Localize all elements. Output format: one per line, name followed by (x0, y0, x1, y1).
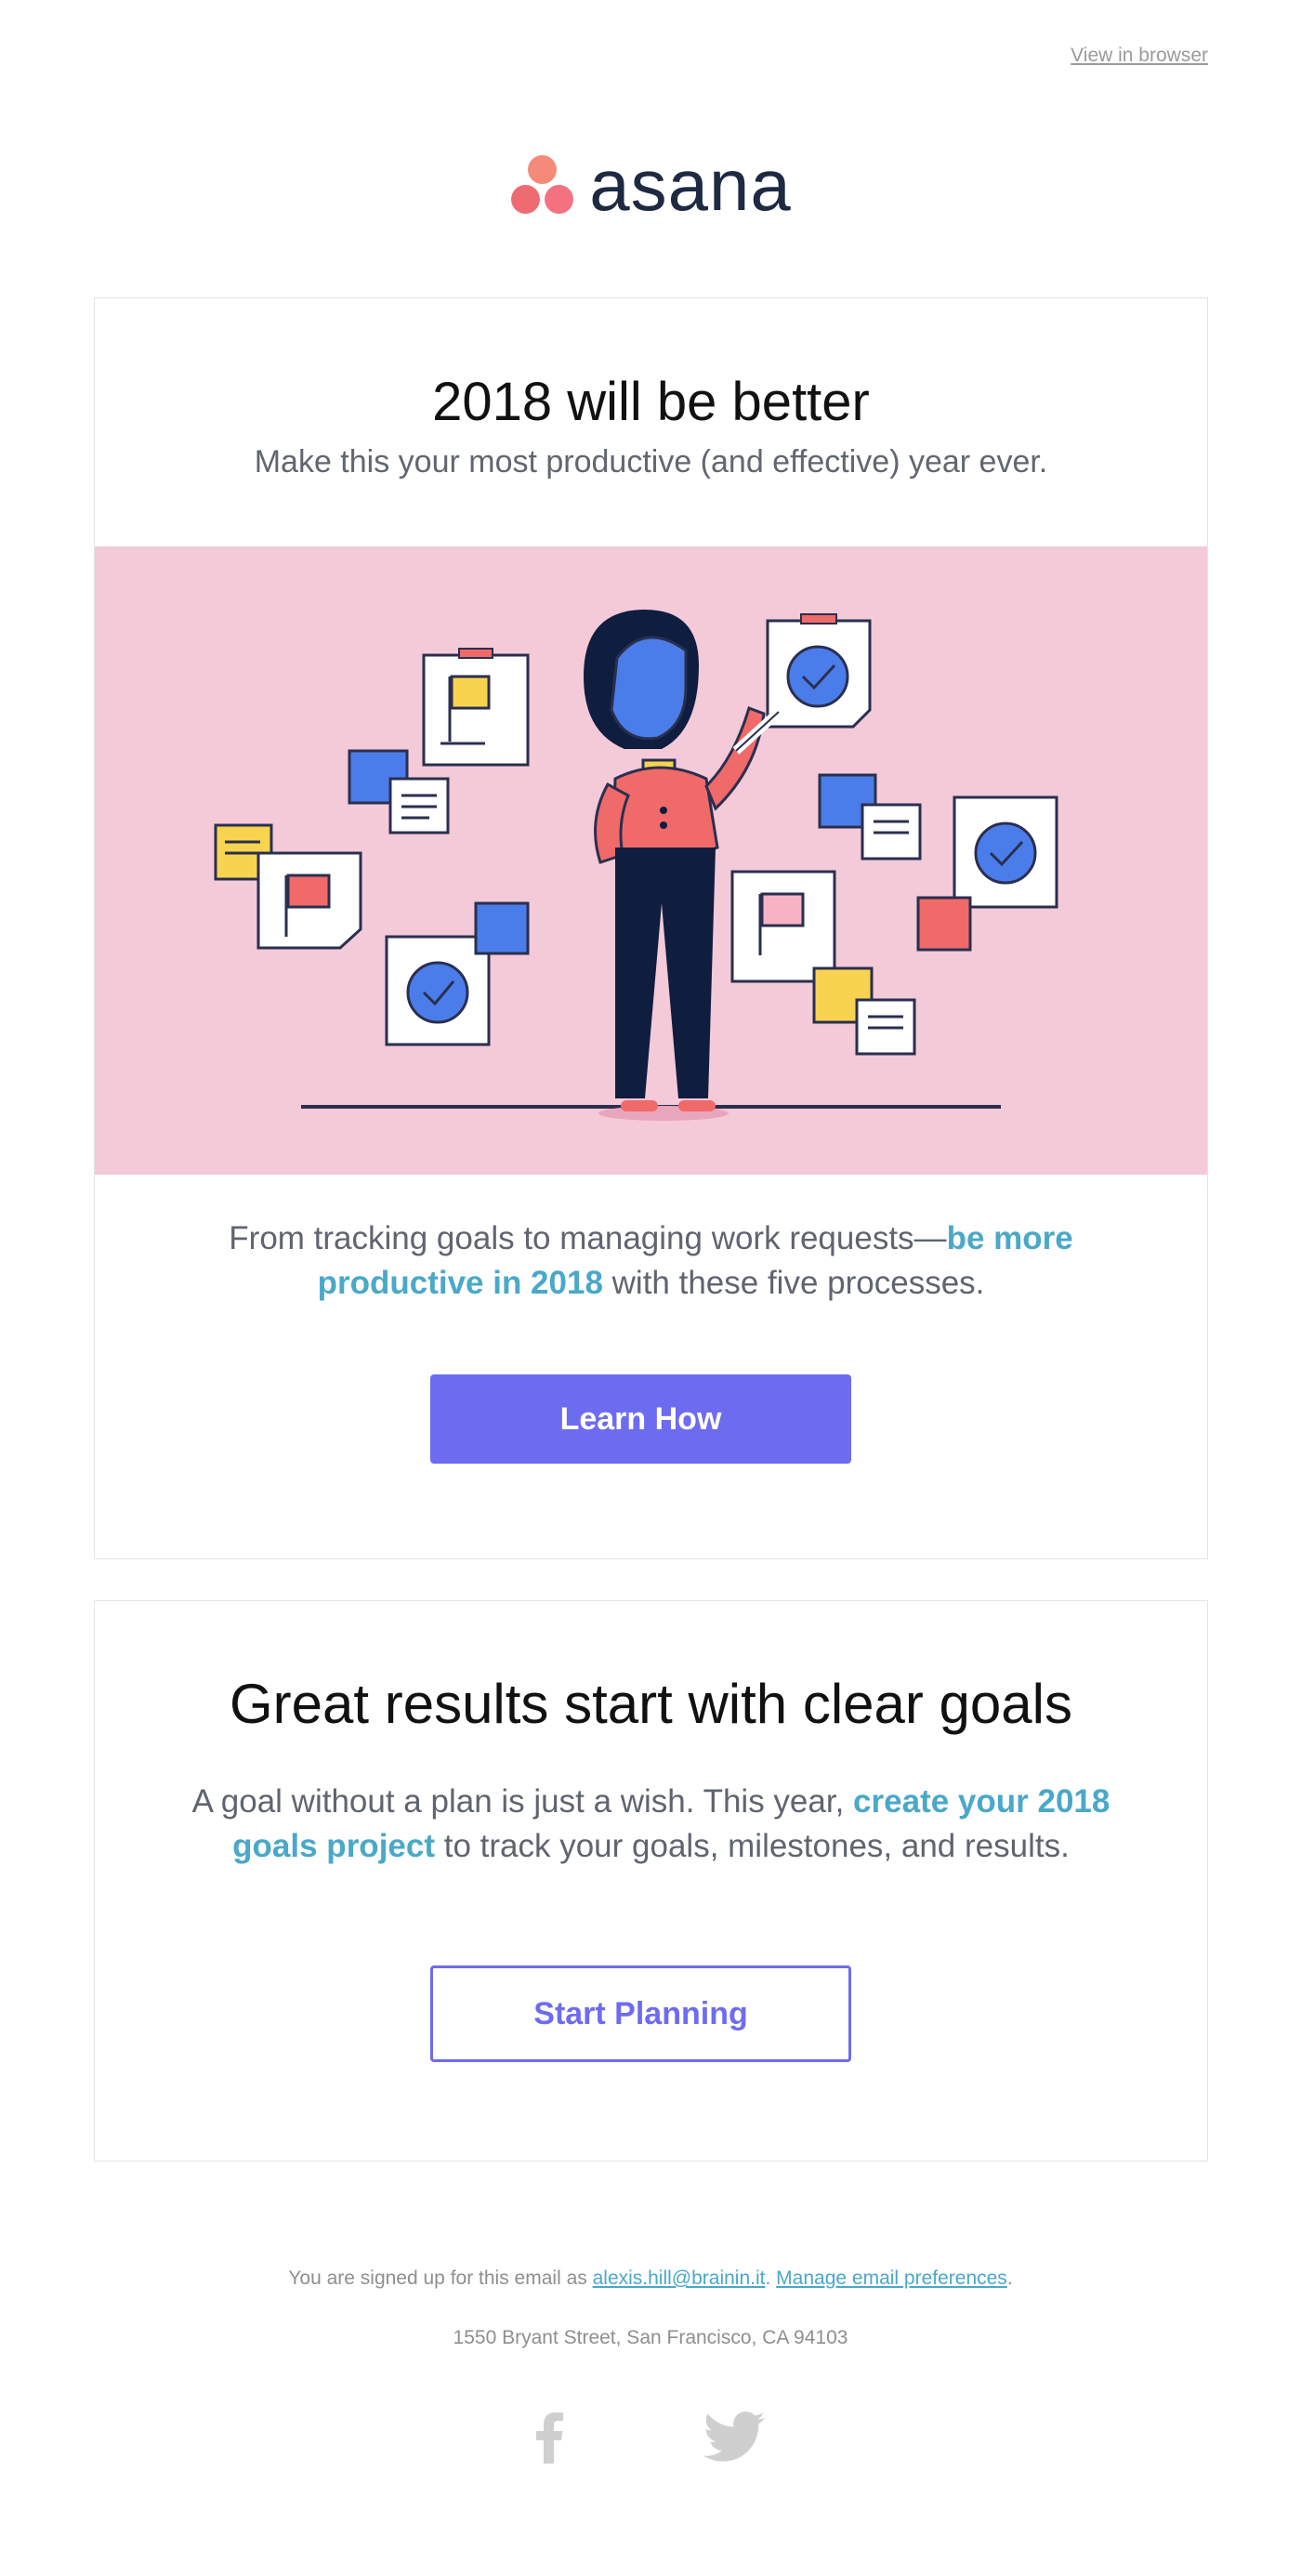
social-links (0, 2412, 1301, 2464)
company-address: 1550 Bryant Street, San Francisco, CA 94… (453, 2327, 848, 2348)
card2-title: Great results start with clear goals (229, 1673, 1072, 1735)
twitter-icon[interactable] (703, 2412, 765, 2464)
card1-subtitle: Make this your most productive (and effe… (254, 444, 1048, 480)
productivity-card: 2018 will be better Make this your most … (94, 297, 1208, 1559)
goals-card: Great results start with clear goals A g… (94, 1600, 1208, 2162)
asana-logo[interactable]: asana (0, 149, 1301, 221)
flag-card-icon (422, 648, 530, 767)
start-planning-button[interactable]: Start Planning (430, 1965, 851, 2062)
check-card-icon (766, 613, 872, 729)
card1-body: From tracking goals to managing work req… (229, 1220, 1073, 1301)
learn-how-button[interactable]: Learn How (430, 1374, 851, 1464)
woman-figure-icon (584, 610, 782, 1111)
asana-logo-mark-icon (509, 153, 576, 217)
hero-illustration (95, 546, 1207, 1175)
asana-wordmark: asana (589, 144, 792, 226)
facebook-icon[interactable] (536, 2412, 564, 2464)
card1-title: 2018 will be better (432, 372, 870, 432)
card2-body: A goal without a plan is just a wish. Th… (191, 1783, 1110, 1864)
email-address-link[interactable]: alexis.hill@brainin.it (593, 2267, 766, 2289)
manage-preferences-link[interactable]: Manage email preferences (776, 2267, 1007, 2289)
signup-notice: You are signed up for this email as alex… (288, 2267, 1013, 2289)
view-in-browser-link[interactable]: View in browser (1071, 45, 1208, 67)
